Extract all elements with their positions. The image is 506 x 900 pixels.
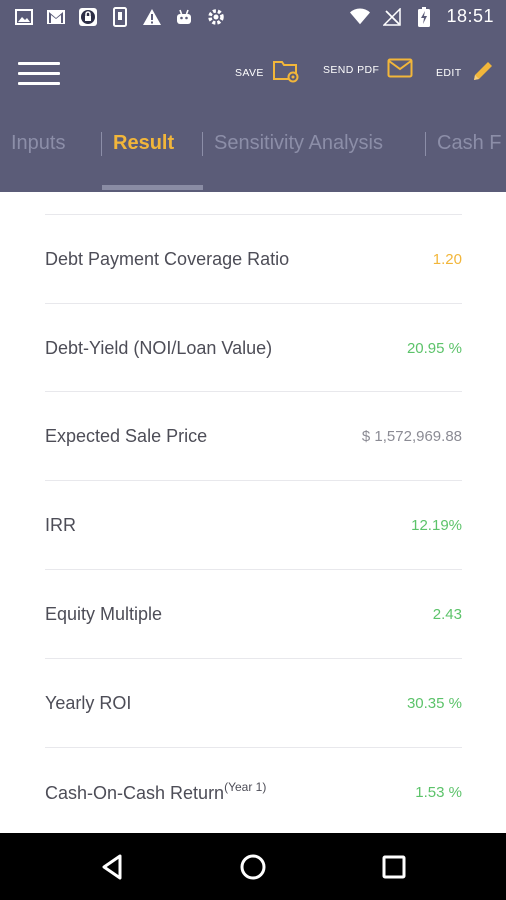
tab-sensitivity-analysis[interactable]: Sensitivity Analysis [214,132,383,155]
result-row-expected-sale-price: Expected Sale Price $ 1,572,969.88 [45,391,462,480]
recents-icon[interactable] [378,851,410,883]
send-pdf-button[interactable]: SEND PDF [323,58,413,82]
result-value: 12.19% [411,516,462,534]
result-label: Debt-Yield (NOI/Loan Value) [45,337,273,358]
mail-icon [387,58,413,82]
system-status: 18:51 [350,6,494,27]
result-label: Equity Multiple [45,603,163,624]
menu-line [18,82,60,85]
clock: 18:51 [446,6,494,26]
menu-line [18,72,60,75]
wifi-icon [350,7,371,27]
no-signal-icon [382,7,402,27]
tab-divider [202,132,203,156]
save-button[interactable]: SAVE [235,58,300,88]
result-value: $ 1,572,969.88 [361,427,462,445]
result-value: 1.53 % [415,783,462,801]
phone-icon [110,7,130,27]
result-value: 1.20 [432,250,462,268]
tab-divider [101,132,102,156]
result-value: 30.35 % [406,694,462,712]
save-label: SAVE [235,67,264,79]
send-pdf-label: SEND PDF [323,64,380,76]
notification-icons [14,7,226,27]
status-bar: 18:51 [0,0,506,36]
warning-icon [142,7,162,27]
result-value: 2.43 [432,605,462,623]
result-row-cash-on-cash: Cash-On-Cash Return(Year 1) 1.53 % [45,747,462,833]
system-nav-bar [0,833,506,900]
edit-button[interactable]: EDIT [436,58,496,88]
back-icon[interactable] [98,851,130,883]
results-list[interactable]: Debt Payment Coverage Ratio 1.20 Debt-Yi… [0,192,506,833]
result-label: Debt Payment Coverage Ratio [45,248,290,269]
tab-divider [425,132,426,156]
result-row-yearly-roi: Yearly ROI 30.35 % [45,658,462,747]
edit-label: EDIT [436,67,462,79]
result-label: Cash-On-Cash Return(Year 1) [45,780,266,804]
result-row-equity-multiple: Equity Multiple 2.43 [45,569,462,658]
settings-gear-icon [206,7,226,27]
folder-settings-icon [272,58,300,88]
home-icon[interactable] [237,851,269,883]
vpn-lock-icon [78,7,98,27]
result-label-text: Cash-On-Cash Return [45,783,225,803]
gmail-icon [46,7,66,27]
active-tab-indicator [102,185,203,190]
result-row-debt-coverage: Debt Payment Coverage Ratio 1.20 [45,214,462,303]
app-bar: SAVE SEND PDF EDIT [0,36,506,112]
result-label: IRR [45,514,76,535]
tab-cash-flow[interactable]: Cash F [437,132,501,155]
result-label-superscript: (Year 1) [224,780,267,794]
result-label: Expected Sale Price [45,425,208,446]
tab-result[interactable]: Result [113,132,174,155]
result-label: Yearly ROI [45,692,132,713]
hamburger-menu-button[interactable] [18,60,60,88]
result-value: 20.95 % [406,339,462,357]
menu-line [18,62,60,65]
result-row-irr: IRR 12.19% [45,480,462,569]
tab-inputs[interactable]: Inputs [11,132,65,155]
pencil-icon [470,58,496,88]
android-icon [174,7,194,27]
result-row-debt-yield: Debt-Yield (NOI/Loan Value) 20.95 % [45,303,462,392]
image-icon [14,7,34,27]
battery-charging-icon [414,6,434,27]
tab-bar: Inputs Result Sensitivity Analysis Cash … [0,112,506,192]
